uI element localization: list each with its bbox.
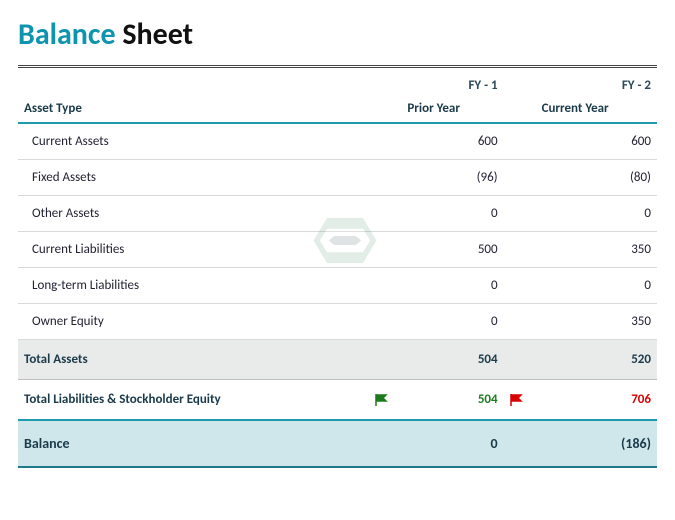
tlse-label: Total Liabilities & Stockholder Equity bbox=[18, 380, 369, 421]
balance-label: Balance bbox=[18, 420, 369, 467]
title-accent: Balance bbox=[18, 16, 116, 53]
row-fy2: 600 bbox=[536, 123, 657, 160]
fy2-code: FY - 2 bbox=[536, 68, 657, 97]
fiscal-year-row: FY - 1 FY - 2 bbox=[18, 68, 657, 97]
row-fy2: 350 bbox=[536, 304, 657, 340]
row-fy1: (96) bbox=[401, 160, 503, 196]
tlse-fy2: 706 bbox=[536, 380, 657, 421]
flag-icon bbox=[510, 392, 524, 407]
table-row: Owner Equity 0 350 bbox=[18, 304, 657, 340]
row-fy2: 350 bbox=[536, 232, 657, 268]
row-fy1: 0 bbox=[401, 196, 503, 232]
flag-icon bbox=[375, 392, 389, 407]
row-label: Current Assets bbox=[18, 123, 369, 160]
row-label: Other Assets bbox=[18, 196, 369, 232]
tlse-fy1: 504 bbox=[401, 380, 503, 421]
total-assets-row: Total Assets 504 520 bbox=[18, 340, 657, 380]
row-label: Fixed Assets bbox=[18, 160, 369, 196]
balance-fy2: (186) bbox=[536, 420, 657, 467]
total-liabilities-equity-row: Total Liabilities & Stockholder Equity 5… bbox=[18, 380, 657, 421]
table-row: Long-term Liabilities 0 0 bbox=[18, 268, 657, 304]
total-assets-fy1: 504 bbox=[401, 340, 503, 380]
title-rest: Sheet bbox=[122, 16, 193, 53]
row-fy1: 0 bbox=[401, 304, 503, 340]
page-title: Balance Sheet bbox=[18, 12, 657, 61]
fy2-label: Current Year bbox=[536, 97, 657, 123]
row-label: Current Liabilities bbox=[18, 232, 369, 268]
row-fy2: 0 bbox=[536, 268, 657, 304]
fy1-label: Prior Year bbox=[401, 97, 503, 123]
row-fy2: 0 bbox=[536, 196, 657, 232]
row-label: Owner Equity bbox=[18, 304, 369, 340]
asset-type-header: Asset Type bbox=[18, 97, 369, 123]
fy1-code: FY - 1 bbox=[401, 68, 503, 97]
total-assets-fy2: 520 bbox=[536, 340, 657, 380]
balance-sheet-table: FY - 1 FY - 2 Asset Type Prior Year Curr… bbox=[18, 68, 657, 468]
row-fy1: 0 bbox=[401, 268, 503, 304]
balance-row: Balance 0 (186) bbox=[18, 420, 657, 467]
table-row: Other Assets 0 0 bbox=[18, 196, 657, 232]
row-fy1: 500 bbox=[401, 232, 503, 268]
row-label: Long-term Liabilities bbox=[18, 268, 369, 304]
table-row: Current Assets 600 600 bbox=[18, 123, 657, 160]
table-row: Current Liabilities 500 350 bbox=[18, 232, 657, 268]
row-fy2: (80) bbox=[536, 160, 657, 196]
balance-fy1: 0 bbox=[401, 420, 503, 467]
total-assets-label: Total Assets bbox=[18, 340, 369, 380]
table-row: Fixed Assets (96) (80) bbox=[18, 160, 657, 196]
year-label-row: Asset Type Prior Year Current Year bbox=[18, 97, 657, 123]
row-fy1: 600 bbox=[401, 123, 503, 160]
